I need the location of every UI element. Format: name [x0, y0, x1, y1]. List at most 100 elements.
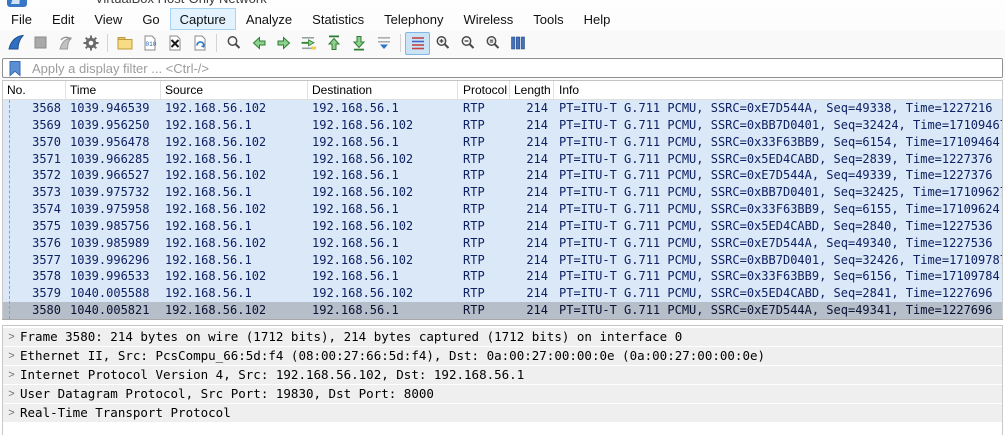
menu-item[interactable]: Help — [574, 8, 621, 30]
detail-line-text: Ethernet II, Src: PcsCompu_66:5d:f4 (08:… — [20, 347, 765, 365]
packet-time: 1039.975958 — [66, 201, 161, 218]
menu-item[interactable]: File — [1, 8, 42, 30]
column-header-source[interactable]: Source — [161, 81, 308, 99]
packet-row[interactable]: 3570 1039.956478 192.168.56.102 192.168.… — [3, 134, 1002, 151]
go-first-button[interactable] — [321, 32, 346, 55]
display-filter-field[interactable] — [2, 58, 1003, 78]
packet-row[interactable]: 3575 1039.985756 192.168.56.1 192.168.56… — [3, 218, 1002, 235]
restart-capture-button[interactable] — [53, 32, 78, 55]
packet-row[interactable]: 3571 1039.966285 192.168.56.1 192.168.56… — [3, 151, 1002, 168]
go-back-icon — [250, 34, 268, 52]
menu-item[interactable]: View — [84, 8, 132, 30]
packet-destination: 192.168.56.1 — [308, 167, 458, 184]
expand-chevron-icon[interactable]: > — [5, 404, 18, 422]
column-header-no[interactable]: No. — [3, 81, 66, 99]
zoom-in-button[interactable] — [430, 32, 455, 55]
title-bar: VirtualBox Host-Only Network — [0, 0, 1005, 8]
packet-length: 214 — [510, 117, 554, 134]
zoom-out-button[interactable] — [455, 32, 480, 55]
packet-destination: 192.168.56.1 — [308, 268, 458, 285]
packet-protocol: RTP — [458, 201, 510, 218]
menu-item[interactable]: Telephony — [374, 8, 453, 30]
detail-line[interactable]: > User Datagram Protocol, Src Port: 1983… — [3, 385, 1002, 403]
packet-row[interactable]: 3579 1040.005588 192.168.56.1 192.168.56… — [3, 285, 1002, 302]
open-file-button[interactable] — [112, 32, 137, 55]
capture-options-icon — [82, 34, 100, 52]
auto-scroll-button[interactable] — [371, 32, 396, 55]
menu-item[interactable]: Analyze — [236, 8, 302, 30]
packet-destination: 192.168.56.102 — [308, 117, 458, 134]
zoom-reset-button[interactable] — [480, 32, 505, 55]
packet-rows: 3568 1039.946539 192.168.56.102 192.168.… — [3, 100, 1002, 319]
packet-source: 192.168.56.102 — [161, 134, 308, 151]
capture-options-button[interactable] — [78, 32, 103, 55]
column-header-length[interactable]: Length — [510, 81, 554, 99]
packet-time: 1040.005588 — [66, 285, 161, 302]
menu-item[interactable]: Capture — [170, 8, 236, 30]
packet-row[interactable]: 3574 1039.975958 192.168.56.102 192.168.… — [3, 201, 1002, 218]
expand-chevron-icon[interactable]: > — [5, 366, 18, 384]
close-file-button[interactable] — [162, 32, 187, 55]
packet-destination: 192.168.56.1 — [308, 134, 458, 151]
packet-no: 3570 — [3, 134, 66, 151]
resize-columns-icon — [509, 34, 527, 52]
menu-item[interactable]: Wireless — [453, 8, 523, 30]
packet-length: 214 — [510, 268, 554, 285]
find-packet-button[interactable] — [221, 32, 246, 55]
packet-row[interactable]: 3573 1039.975732 192.168.56.1 192.168.56… — [3, 184, 1002, 201]
packet-row[interactable]: 3569 1039.956250 192.168.56.1 192.168.56… — [3, 117, 1002, 134]
detail-lines: > Frame 3580: 214 bytes on wire (1712 bi… — [3, 328, 1002, 422]
detail-line[interactable]: > Real-Time Transport Protocol — [3, 404, 1002, 422]
display-filter-input[interactable] — [30, 60, 1002, 77]
packet-row[interactable]: 3572 1039.966527 192.168.56.102 192.168.… — [3, 167, 1002, 184]
find-packet-icon — [225, 34, 243, 52]
toolbar-separator — [400, 34, 401, 52]
packet-no: 3572 — [3, 167, 66, 184]
packet-no: 3579 — [3, 285, 66, 302]
start-capture-button[interactable] — [3, 32, 28, 55]
column-header-time[interactable]: Time — [66, 81, 161, 99]
go-forward-button[interactable] — [271, 32, 296, 55]
packet-source: 192.168.56.1 — [161, 184, 308, 201]
column-header-protocol[interactable]: Protocol — [458, 81, 510, 99]
packet-list-header: No. Time Source Destination Protocol Len… — [3, 81, 1002, 100]
packet-info: PT=ITU-T G.711 PCMU, SSRC=0x33F63BB9, Se… — [554, 134, 1002, 151]
packet-time: 1040.005821 — [66, 302, 161, 319]
filter-bookmark-icon[interactable] — [7, 60, 23, 77]
save-file-button[interactable]: 010 — [137, 32, 162, 55]
packet-time: 1039.985756 — [66, 218, 161, 235]
packet-row[interactable]: 3576 1039.985989 192.168.56.102 192.168.… — [3, 235, 1002, 252]
packet-info: PT=ITU-T G.711 PCMU, SSRC=0x5ED4CABD, Se… — [554, 151, 1002, 168]
colorize-packets-button[interactable] — [405, 32, 430, 55]
column-header-info[interactable]: Info — [554, 81, 1002, 99]
expand-chevron-icon[interactable]: > — [5, 385, 18, 403]
packet-row[interactable]: 3577 1039.996296 192.168.56.1 192.168.56… — [3, 252, 1002, 269]
packet-time: 1039.956478 — [66, 134, 161, 151]
detail-line[interactable]: > Internet Protocol Version 4, Src: 192.… — [3, 366, 1002, 384]
packet-time: 1039.985989 — [66, 235, 161, 252]
packet-row[interactable]: 3578 1039.996533 192.168.56.102 192.168.… — [3, 268, 1002, 285]
expand-chevron-icon[interactable]: > — [5, 328, 18, 346]
reload-file-button[interactable] — [187, 32, 212, 55]
packet-row[interactable]: 3568 1039.946539 192.168.56.102 192.168.… — [3, 100, 1002, 117]
menu-item[interactable]: Statistics — [302, 8, 374, 30]
detail-line[interactable]: > Frame 3580: 214 bytes on wire (1712 bi… — [3, 328, 1002, 346]
packet-protocol: RTP — [458, 100, 510, 117]
packet-length: 214 — [510, 285, 554, 302]
go-back-button[interactable] — [246, 32, 271, 55]
go-last-button[interactable] — [346, 32, 371, 55]
menu-item[interactable]: Tools — [523, 8, 573, 30]
resize-columns-button[interactable] — [505, 32, 530, 55]
main-toolbar: 010 — [0, 30, 1005, 56]
column-header-destination[interactable]: Destination — [308, 81, 458, 99]
packet-info: PT=ITU-T G.711 PCMU, SSRC=0x33F63BB9, Se… — [554, 201, 1002, 218]
menu-item[interactable]: Go — [132, 8, 169, 30]
packet-destination: 192.168.56.1 — [308, 302, 458, 319]
detail-line[interactable]: > Ethernet II, Src: PcsCompu_66:5d:f4 (0… — [3, 347, 1002, 365]
packet-row[interactable]: 3580 1040.005821 192.168.56.102 192.168.… — [3, 302, 1002, 319]
zoom-out-icon — [459, 34, 477, 52]
menu-item[interactable]: Edit — [42, 8, 84, 30]
stop-capture-button[interactable] — [28, 32, 53, 55]
expand-chevron-icon[interactable]: > — [5, 347, 18, 365]
go-to-packet-button[interactable] — [296, 32, 321, 55]
